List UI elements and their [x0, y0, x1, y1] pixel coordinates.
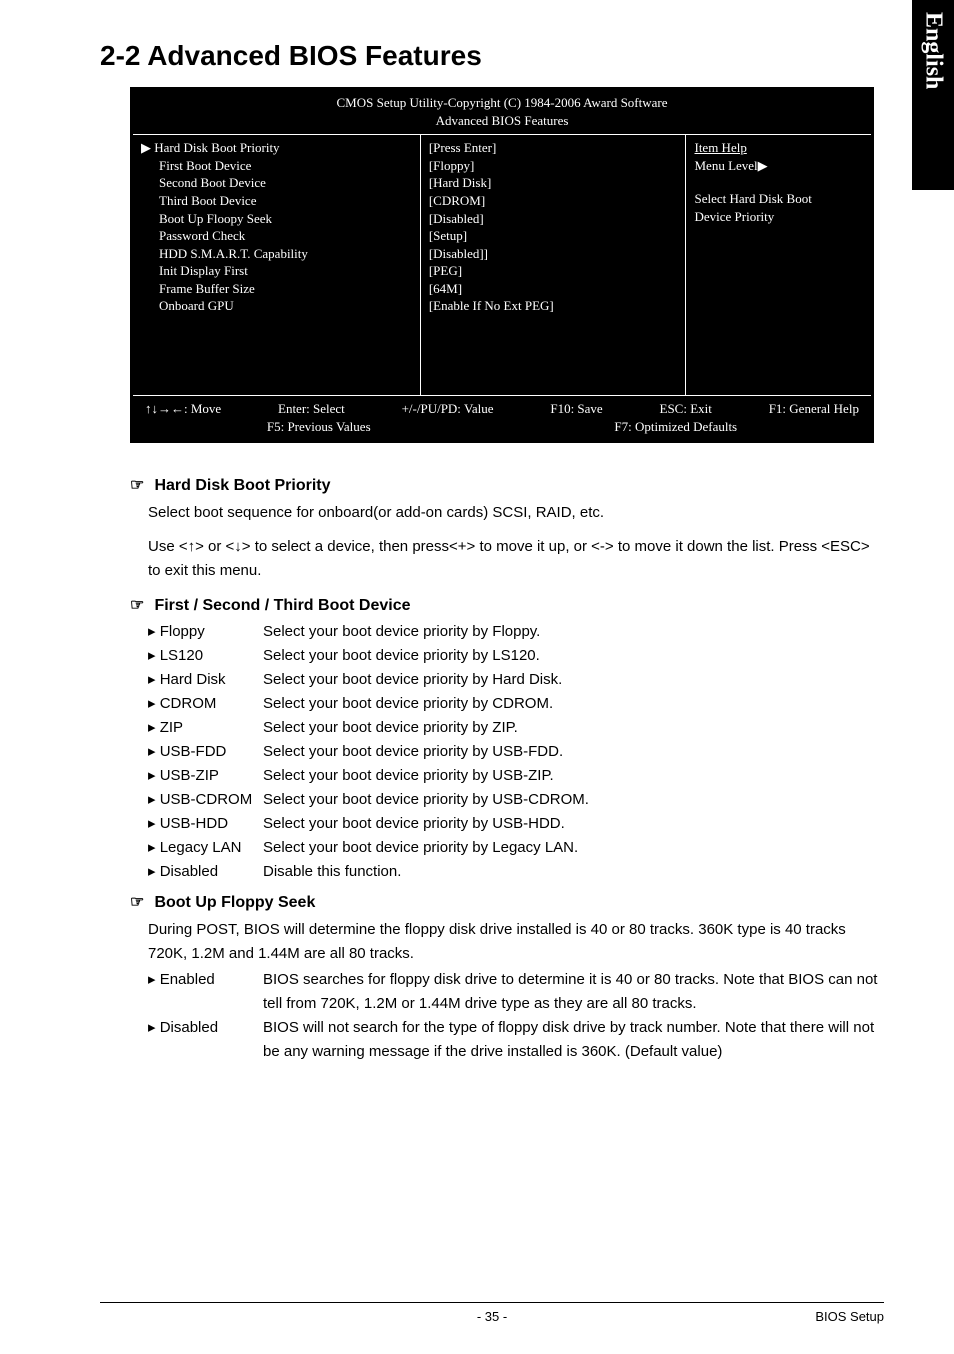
- option-row: ▸ LS120Select your boot device priority …: [148, 644, 884, 668]
- option-description: BIOS searches for floppy disk drive to d…: [263, 968, 884, 1016]
- option-label: ▸ Hard Disk: [148, 668, 263, 692]
- option-row: ▸ DisabledDisable this function.: [148, 860, 884, 884]
- option-description: Select your boot device priority by USB-…: [263, 788, 884, 812]
- option-description: BIOS will not search for the type of flo…: [263, 1016, 884, 1064]
- pointer-icon: ☞: [130, 593, 150, 619]
- pointer-icon: ☞: [130, 473, 150, 499]
- option-row: ▸ FloppySelect your boot device priority…: [148, 620, 884, 644]
- bios-value: [Disabled]]: [429, 245, 678, 263]
- option-label: ▸ USB-FDD: [148, 740, 263, 764]
- bios-item[interactable]: First Boot Device: [141, 157, 412, 175]
- option-label: ▸ Disabled: [148, 860, 263, 884]
- bios-value: [Floppy]: [429, 157, 678, 175]
- option-description: Select your boot device priority by USB-…: [263, 812, 884, 836]
- key-hint-f7: F7: Optimized Defaults: [614, 418, 737, 436]
- option-description: Select your boot device priority by USB-…: [263, 764, 884, 788]
- option-label: ▸ USB-HDD: [148, 812, 263, 836]
- option-label: ▸ LS120: [148, 644, 263, 668]
- option-description: Select your boot device priority by CDRO…: [263, 692, 884, 716]
- bios-value: [64M]: [429, 280, 678, 298]
- key-hint-move: ↑↓→←: Move: [145, 400, 221, 418]
- option-description: Select your boot device priority by ZIP.: [263, 716, 884, 740]
- section-title: 2-2 Advanced BIOS Features: [100, 40, 884, 72]
- paragraph: Use <↑> or <↓> to select a device, then …: [148, 535, 884, 583]
- bios-header: CMOS Setup Utility-Copyright (C) 1984-20…: [133, 90, 871, 134]
- page-number: - 35 -: [100, 1309, 884, 1324]
- option-description: Disable this function.: [263, 860, 884, 884]
- option-description: Select your boot device priority by Hard…: [263, 668, 884, 692]
- option-row: ▸ ZIPSelect your boot device priority by…: [148, 716, 884, 740]
- option-row: ▸ Hard DiskSelect your boot device prior…: [148, 668, 884, 692]
- key-hint-help: F1: General Help: [769, 400, 859, 418]
- pointer-icon: ☞: [130, 890, 150, 916]
- option-row: ▸ USB-ZIPSelect your boot device priorit…: [148, 764, 884, 788]
- option-description: Select your boot device priority by LS12…: [263, 644, 884, 668]
- help-menu-level: Menu Level▶: [694, 157, 863, 175]
- bios-value: [Setup]: [429, 227, 678, 245]
- option-row: ▸ USB-CDROMSelect your boot device prior…: [148, 788, 884, 812]
- option-label: ▸ USB-CDROM: [148, 788, 263, 812]
- heading-floppy-seek: ☞ Boot Up Floppy Seek: [130, 890, 884, 916]
- page-footer: - 35 - BIOS Setup: [100, 1302, 884, 1324]
- bios-item[interactable]: HDD S.M.A.R.T. Capability: [141, 245, 412, 263]
- heading-text: First / Second / Third Boot Device: [154, 597, 410, 614]
- bios-item[interactable]: Frame Buffer Size: [141, 280, 412, 298]
- bios-settings-list[interactable]: ▶ Hard Disk Boot Priority First Boot Dev…: [133, 135, 421, 394]
- option-label: ▸ Legacy LAN: [148, 836, 263, 860]
- option-description: Select your boot device priority by Flop…: [263, 620, 884, 644]
- bios-footer: ↑↓→←: Move Enter: Select +/-/PU/PD: Valu…: [133, 395, 871, 440]
- option-row: ▸ Legacy LANSelect your boot device prio…: [148, 836, 884, 860]
- heading-boot-device: ☞ First / Second / Third Boot Device: [130, 593, 884, 619]
- key-hint-value: +/-/PU/PD: Value: [402, 400, 494, 418]
- bios-copyright: CMOS Setup Utility-Copyright (C) 1984-20…: [133, 94, 871, 112]
- help-hint: Device Priority: [694, 208, 863, 226]
- paragraph: Select boot sequence for onboard(or add-…: [148, 501, 884, 525]
- bios-window: CMOS Setup Utility-Copyright (C) 1984-20…: [130, 87, 874, 443]
- key-hint-save: F10: Save: [550, 400, 602, 418]
- bios-item[interactable]: Third Boot Device: [141, 192, 412, 210]
- bios-item[interactable]: ▶ Hard Disk Boot Priority: [141, 139, 412, 157]
- bios-values-list: [Press Enter] [Floppy] [Hard Disk] [CDRO…: [421, 135, 687, 394]
- bios-help-panel: Item Help Menu Level▶ Select Hard Disk B…: [686, 135, 871, 394]
- bios-item[interactable]: Onboard GPU: [141, 297, 412, 315]
- bios-value: [CDROM]: [429, 192, 678, 210]
- option-description: Select your boot device priority by Lega…: [263, 836, 884, 860]
- bios-value: [PEG]: [429, 262, 678, 280]
- bios-value: [Enable If No Ext PEG]: [429, 297, 678, 315]
- key-hint-f5: F5: Previous Values: [267, 418, 371, 436]
- language-tab: English: [912, 0, 954, 190]
- option-row: ▸ CDROMSelect your boot device priority …: [148, 692, 884, 716]
- option-row: ▸ USB-HDDSelect your boot device priorit…: [148, 812, 884, 836]
- option-label: ▸ CDROM: [148, 692, 263, 716]
- heading-hdbp: ☞ Hard Disk Boot Priority: [130, 473, 884, 499]
- option-row: ▸ DisabledBIOS will not search for the t…: [148, 1016, 884, 1064]
- heading-text: Hard Disk Boot Priority: [154, 477, 330, 494]
- bios-item[interactable]: Second Boot Device: [141, 174, 412, 192]
- bios-item[interactable]: Init Display First: [141, 262, 412, 280]
- option-label: ▸ Enabled: [148, 968, 263, 1016]
- option-label: ▸ Disabled: [148, 1016, 263, 1064]
- help-hint: Select Hard Disk Boot: [694, 190, 863, 208]
- option-label: ▸ ZIP: [148, 716, 263, 740]
- key-hint-esc: ESC: Exit: [660, 400, 712, 418]
- option-row: ▸ EnabledBIOS searches for floppy disk d…: [148, 968, 884, 1016]
- option-row: ▸ USB-FDDSelect your boot device priorit…: [148, 740, 884, 764]
- paragraph: During POST, BIOS will determine the flo…: [148, 918, 884, 966]
- bios-value: [Press Enter]: [429, 139, 678, 157]
- bios-value: [Disabled]: [429, 210, 678, 228]
- option-label: ▸ USB-ZIP: [148, 764, 263, 788]
- bios-item[interactable]: Password Check: [141, 227, 412, 245]
- option-label: ▸ Floppy: [148, 620, 263, 644]
- key-hint-enter: Enter: Select: [278, 400, 345, 418]
- heading-text: Boot Up Floppy Seek: [154, 894, 315, 911]
- option-description: Select your boot device priority by USB-…: [263, 740, 884, 764]
- bios-subtitle: Advanced BIOS Features: [133, 112, 871, 130]
- bios-value: [Hard Disk]: [429, 174, 678, 192]
- help-title: Item Help: [694, 139, 863, 157]
- bios-item[interactable]: Boot Up Floopy Seek: [141, 210, 412, 228]
